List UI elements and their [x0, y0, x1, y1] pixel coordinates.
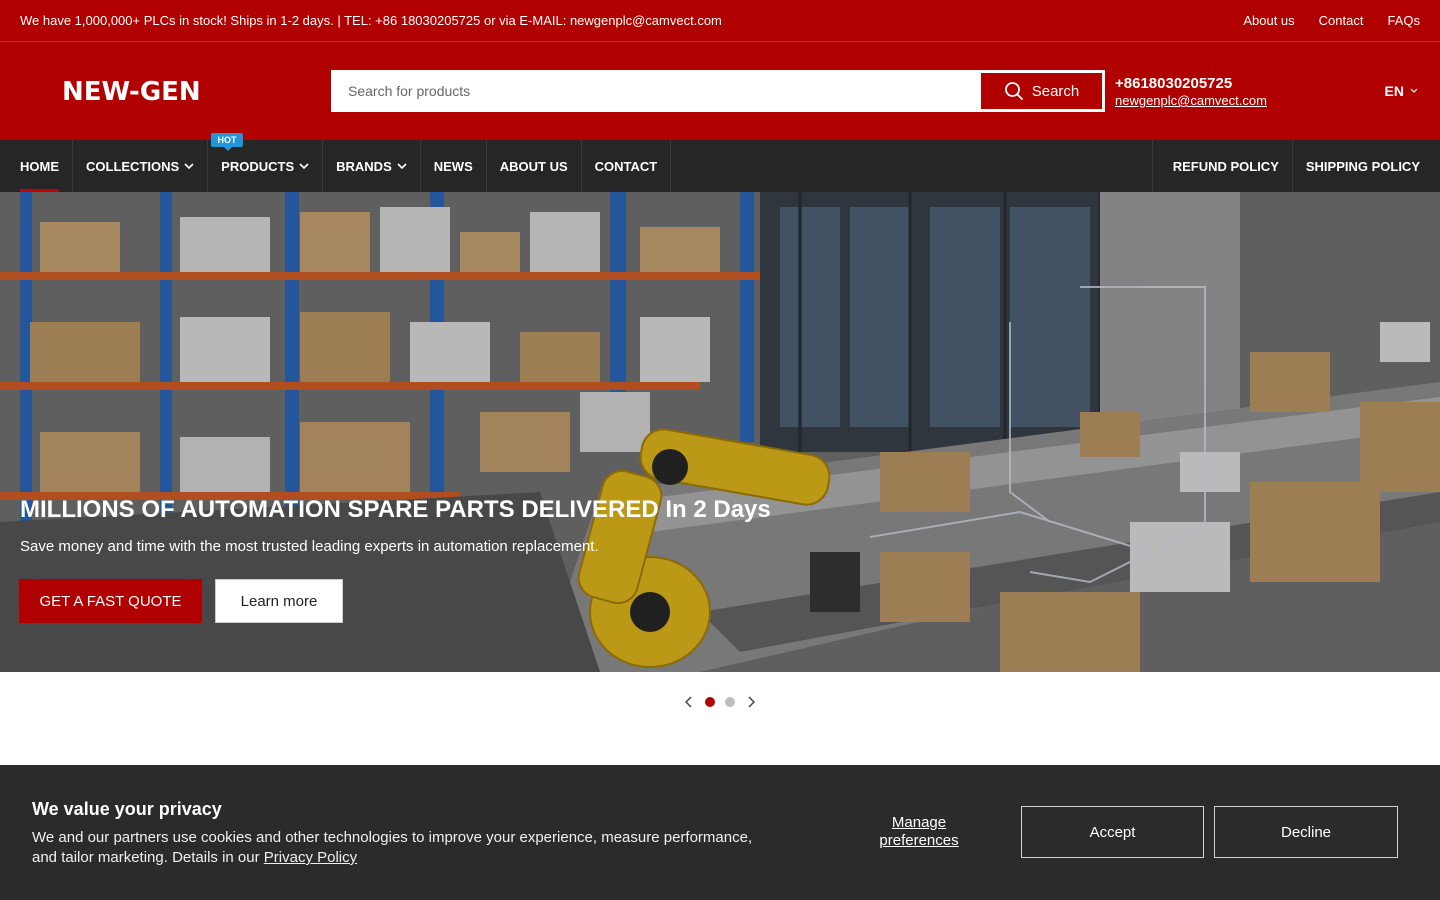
nav-item-label: BRANDS	[336, 158, 392, 174]
hero-subtitle: Save money and time with the most truste…	[20, 538, 599, 555]
nav-item-label: NEWS	[433, 158, 473, 174]
site-logo[interactable]: NEW-GEN	[62, 77, 201, 107]
chevron-right-icon	[748, 696, 755, 708]
announcement-text: We have 1,000,000+ PLCs in stock! Ships …	[20, 13, 722, 28]
slider-next-button[interactable]	[745, 695, 757, 709]
accept-button[interactable]: Accept	[1021, 806, 1204, 858]
manage-preferences-link[interactable]: Manage preferences	[864, 814, 974, 850]
cookie-body: We and our partners use cookies and othe…	[32, 829, 753, 866]
language-selector[interactable]: EN	[1385, 83, 1418, 99]
hot-badge: HOT	[211, 133, 243, 151]
nav-item-label: CONTACT	[594, 158, 658, 174]
hero-title: MILLIONS OF AUTOMATION SPARE PARTS DELIV…	[20, 496, 771, 523]
nav-item-news[interactable]: NEWS	[421, 140, 487, 192]
get-fast-quote-button[interactable]: GET A FAST QUOTE	[19, 579, 202, 623]
language-label: EN	[1384, 83, 1404, 99]
slider-controls	[0, 690, 1440, 714]
nav-item-label: COLLECTIONS	[86, 158, 180, 174]
cookie-text: We and our partners use cookies and othe…	[32, 828, 772, 868]
chevron-down-icon	[299, 162, 309, 169]
search-button[interactable]: Search	[981, 73, 1102, 109]
slider-dot-2[interactable]	[725, 697, 735, 707]
top-link-faqs[interactable]: FAQs	[1387, 13, 1420, 28]
header-contact: +8618030205725 newgenplc@camvect.com	[1115, 75, 1267, 108]
nav-item-shipping-policy[interactable]: SHIPPING POLICY	[1291, 140, 1440, 192]
announcement-bar: We have 1,000,000+ PLCs in stock! Ships …	[0, 0, 1440, 42]
site-header: NEW-GEN Search +8618030205725 newgenplc@…	[0, 42, 1440, 140]
nav-item-brands[interactable]: BRANDS	[323, 140, 421, 192]
main-nav-right: REFUND POLICY SHIPPING POLICY	[1151, 140, 1440, 192]
main-nav-left: HOME COLLECTIONS PRODUCTS BRANDS NEWS AB…	[0, 140, 672, 192]
nav-item-label: ABOUT US	[499, 158, 568, 174]
nav-item-refund-policy[interactable]: REFUND POLICY	[1151, 140, 1292, 192]
search-bar: Search	[331, 70, 1105, 112]
main-nav: HOME COLLECTIONS PRODUCTS BRANDS NEWS AB…	[0, 140, 1440, 192]
search-icon	[1004, 82, 1023, 100]
header-phone[interactable]: +8618030205725	[1115, 75, 1267, 92]
chevron-left-icon	[685, 696, 692, 708]
privacy-policy-link[interactable]: Privacy Policy	[264, 849, 357, 866]
header-email[interactable]: newgenplc@camvect.com	[1115, 93, 1267, 108]
nav-item-label: SHIPPING POLICY	[1305, 158, 1420, 174]
search-button-label: Search	[1031, 82, 1080, 100]
cookie-title: We value your privacy	[32, 799, 222, 819]
top-links: About us Contact FAQs	[1243, 13, 1420, 28]
nav-item-home[interactable]: HOME	[0, 140, 73, 192]
chevron-down-icon	[397, 162, 407, 169]
nav-item-contact[interactable]: CONTACT	[582, 140, 672, 192]
decline-button[interactable]: Decline	[1214, 806, 1398, 858]
nav-item-label: REFUND POLICY	[1172, 158, 1279, 174]
cookie-banner: We value your privacy We and our partner…	[0, 765, 1440, 900]
learn-more-button[interactable]: Learn more	[215, 579, 343, 623]
chevron-down-icon	[184, 162, 194, 169]
nav-item-label: HOME	[20, 158, 59, 174]
top-link-about-us[interactable]: About us	[1243, 13, 1294, 28]
slider-dot-1[interactable]	[705, 697, 715, 707]
chevron-down-icon	[1410, 88, 1418, 93]
search-input[interactable]	[333, 72, 978, 110]
nav-item-label: PRODUCTS	[221, 158, 295, 174]
hero-banner: MILLIONS OF AUTOMATION SPARE PARTS DELIV…	[0, 192, 1440, 672]
nav-item-collections[interactable]: COLLECTIONS	[73, 140, 209, 192]
slider-prev-button[interactable]	[683, 695, 695, 709]
top-link-contact[interactable]: Contact	[1319, 13, 1364, 28]
nav-item-about-us[interactable]: ABOUT US	[487, 140, 582, 192]
